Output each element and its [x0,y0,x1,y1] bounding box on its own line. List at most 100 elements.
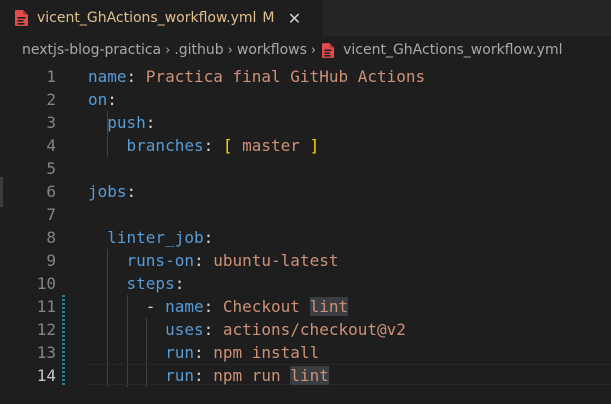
code-token: Checkout [222,297,310,316]
breadcrumb-item-workflows[interactable]: workflows [237,42,307,58]
code-token: run [165,343,194,362]
code-editor[interactable]: 1 name: Practica final GitHub Actions 2 on:… [0,64,611,404]
code-token: npm install [213,343,320,362]
tab-workflow-file[interactable]: vicent_GhActions_workflow.yml M ✕ [0,0,322,36]
code-token: : [193,251,214,270]
yaml-file-icon [322,42,335,58]
code-line[interactable]: 5 [0,157,611,180]
code-token: jobs [88,182,127,201]
code-line[interactable]: 12 uses: actions/checkout@v2 [0,318,611,341]
chevron-right-icon: › [310,42,317,58]
code-token: actions/checkout@v2 [222,320,406,339]
code-token: : [193,343,214,362]
line-number: 3 [46,113,56,132]
breadcrumb-item-project[interactable]: nextjs-blog-practica [22,42,161,58]
breadcrumb: nextjs-blog-practica › .github › workflo… [0,36,611,64]
chevron-right-icon: › [227,42,233,58]
code-token: : [193,366,214,385]
code-line[interactable]: 4 branches: [ master ] [0,134,611,157]
code-line[interactable]: 6 jobs: [0,180,611,203]
code-token: : [203,228,214,247]
code-line[interactable]: 10 steps: [0,272,611,295]
line-number: 13 [36,343,56,362]
code-line[interactable]: 3 push: [0,111,611,134]
code-token: name [165,297,204,316]
code-text: push: [88,111,155,134]
line-number: 14 [36,366,56,385]
code-token: : [126,67,146,86]
code-text: run: npm run lint [88,364,329,387]
code-token: [ [222,136,233,155]
code-text: run: npm install [88,341,319,364]
close-icon[interactable]: ✕ [287,9,303,28]
code-text: steps: [88,272,185,295]
code-text: jobs: [88,180,136,203]
code-text: - name: Checkout lint [88,295,349,318]
code-token: steps [126,274,175,293]
code-token: lint [290,366,329,385]
code-token: : [174,274,185,293]
line-number: 6 [46,182,56,201]
code-text: name: Practica final GitHub Actions [88,65,425,88]
breadcrumb-item-file[interactable]: vicent_GhActions_workflow.yml [343,42,562,58]
line-number: 12 [36,320,56,339]
code-text: uses: actions/checkout@v2 [88,318,406,341]
code-line[interactable]: 13 run: npm install [0,341,611,364]
code-token: push [107,113,146,132]
code-token: master [232,136,310,155]
code-line[interactable]: 7 [0,203,611,226]
code-line[interactable]: 1 name: Practica final GitHub Actions [0,65,611,88]
line-number: 8 [46,228,56,247]
code-token: linter_job [107,228,204,247]
tab-bar: vicent_GhActions_workflow.yml M ✕ [0,0,611,36]
line-number: 4 [46,136,56,155]
tab-label: vicent_GhActions_workflow.yml [37,10,257,26]
line-number: 5 [46,159,56,178]
code-text: runs-on: ubuntu-latest [88,249,339,272]
code-token: run [165,366,194,385]
code-token: : [203,320,223,339]
code-token: uses [165,320,204,339]
modified-indicator: M [262,10,275,26]
editor-window: vicent_GhActions_workflow.yml M ✕ nextjs… [0,0,611,404]
code-line[interactable]: 11 - name: Checkout lint [0,295,611,318]
yaml-file-icon [15,10,28,26]
code-token: : [203,297,223,316]
code-token: Practica final GitHub Actions [145,67,426,86]
code-token: name [88,67,127,86]
code-token: ] [309,136,320,155]
breadcrumb-item-github[interactable]: .github [174,42,223,58]
line-number: 11 [36,297,56,316]
code-token: npm run [213,366,291,385]
code-line[interactable]: 9 runs-on: ubuntu-latest [0,249,611,272]
code-text: linter_job: [88,226,213,249]
code-line[interactable]: 2 on: [0,88,611,111]
line-number: 10 [36,274,56,293]
code-token: : [145,113,156,132]
line-number: 7 [46,205,56,224]
chevron-right-icon: › [165,42,171,58]
code-token: : [203,136,223,155]
code-token: : [126,182,137,201]
line-number: 2 [46,90,56,109]
code-token: runs-on [126,251,194,270]
code-text: branches: [ master ] [88,134,320,157]
code-token: - [145,297,166,316]
code-line[interactable]: 8 linter_job: [0,226,611,249]
code-token: ubuntu-latest [213,251,339,270]
code-token: : [107,90,117,109]
code-token: on [88,90,108,109]
code-text: on: [88,88,117,111]
code-token: lint [309,297,349,316]
line-number: 1 [46,67,56,86]
line-number: 9 [46,251,56,270]
code-line[interactable]: 14 run: npm run lint [0,364,611,387]
